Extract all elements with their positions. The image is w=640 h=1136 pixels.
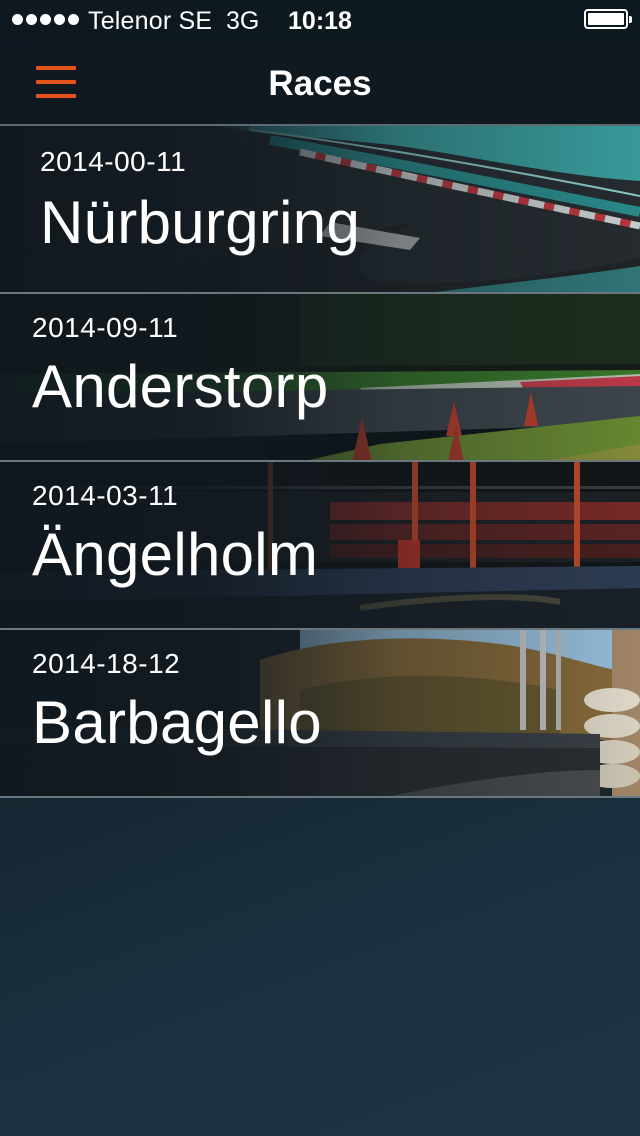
race-list: 2014-00-11 Nürburgring 2014-09-11 Anders… xyxy=(0,126,640,798)
status-bar: Telenor SE 3G 10:18 xyxy=(0,0,640,40)
battery-icon xyxy=(584,9,632,29)
race-item-angelholm[interactable]: 2014-03-11 Ängelholm xyxy=(0,462,640,630)
race-date: 2014-18-12 xyxy=(32,648,181,679)
race-name: Anderstorp xyxy=(32,353,329,420)
race-date: 2014-09-11 xyxy=(32,312,179,343)
navigation-bar: Races xyxy=(0,40,640,126)
races-screen: Telenor SE 3G 10:18 Races 2014-00-11 Nür… xyxy=(0,0,640,1136)
race-name: Barbagello xyxy=(32,689,322,756)
status-time: 10:18 xyxy=(288,7,352,35)
race-item-barbagello[interactable]: 2014-18-12 Barbagello xyxy=(0,630,640,798)
race-item-nurburgring[interactable]: 2014-00-11 Nürburgring xyxy=(0,126,640,294)
race-item-anderstorp[interactable]: 2014-09-11 Anderstorp xyxy=(0,294,640,462)
page-title: Races xyxy=(268,64,372,103)
race-date: 2014-03-11 xyxy=(32,480,179,511)
race-date: 2014-00-11 xyxy=(40,146,187,177)
race-name: Ängelholm xyxy=(32,521,319,588)
race-name: Nürburgring xyxy=(40,189,361,256)
